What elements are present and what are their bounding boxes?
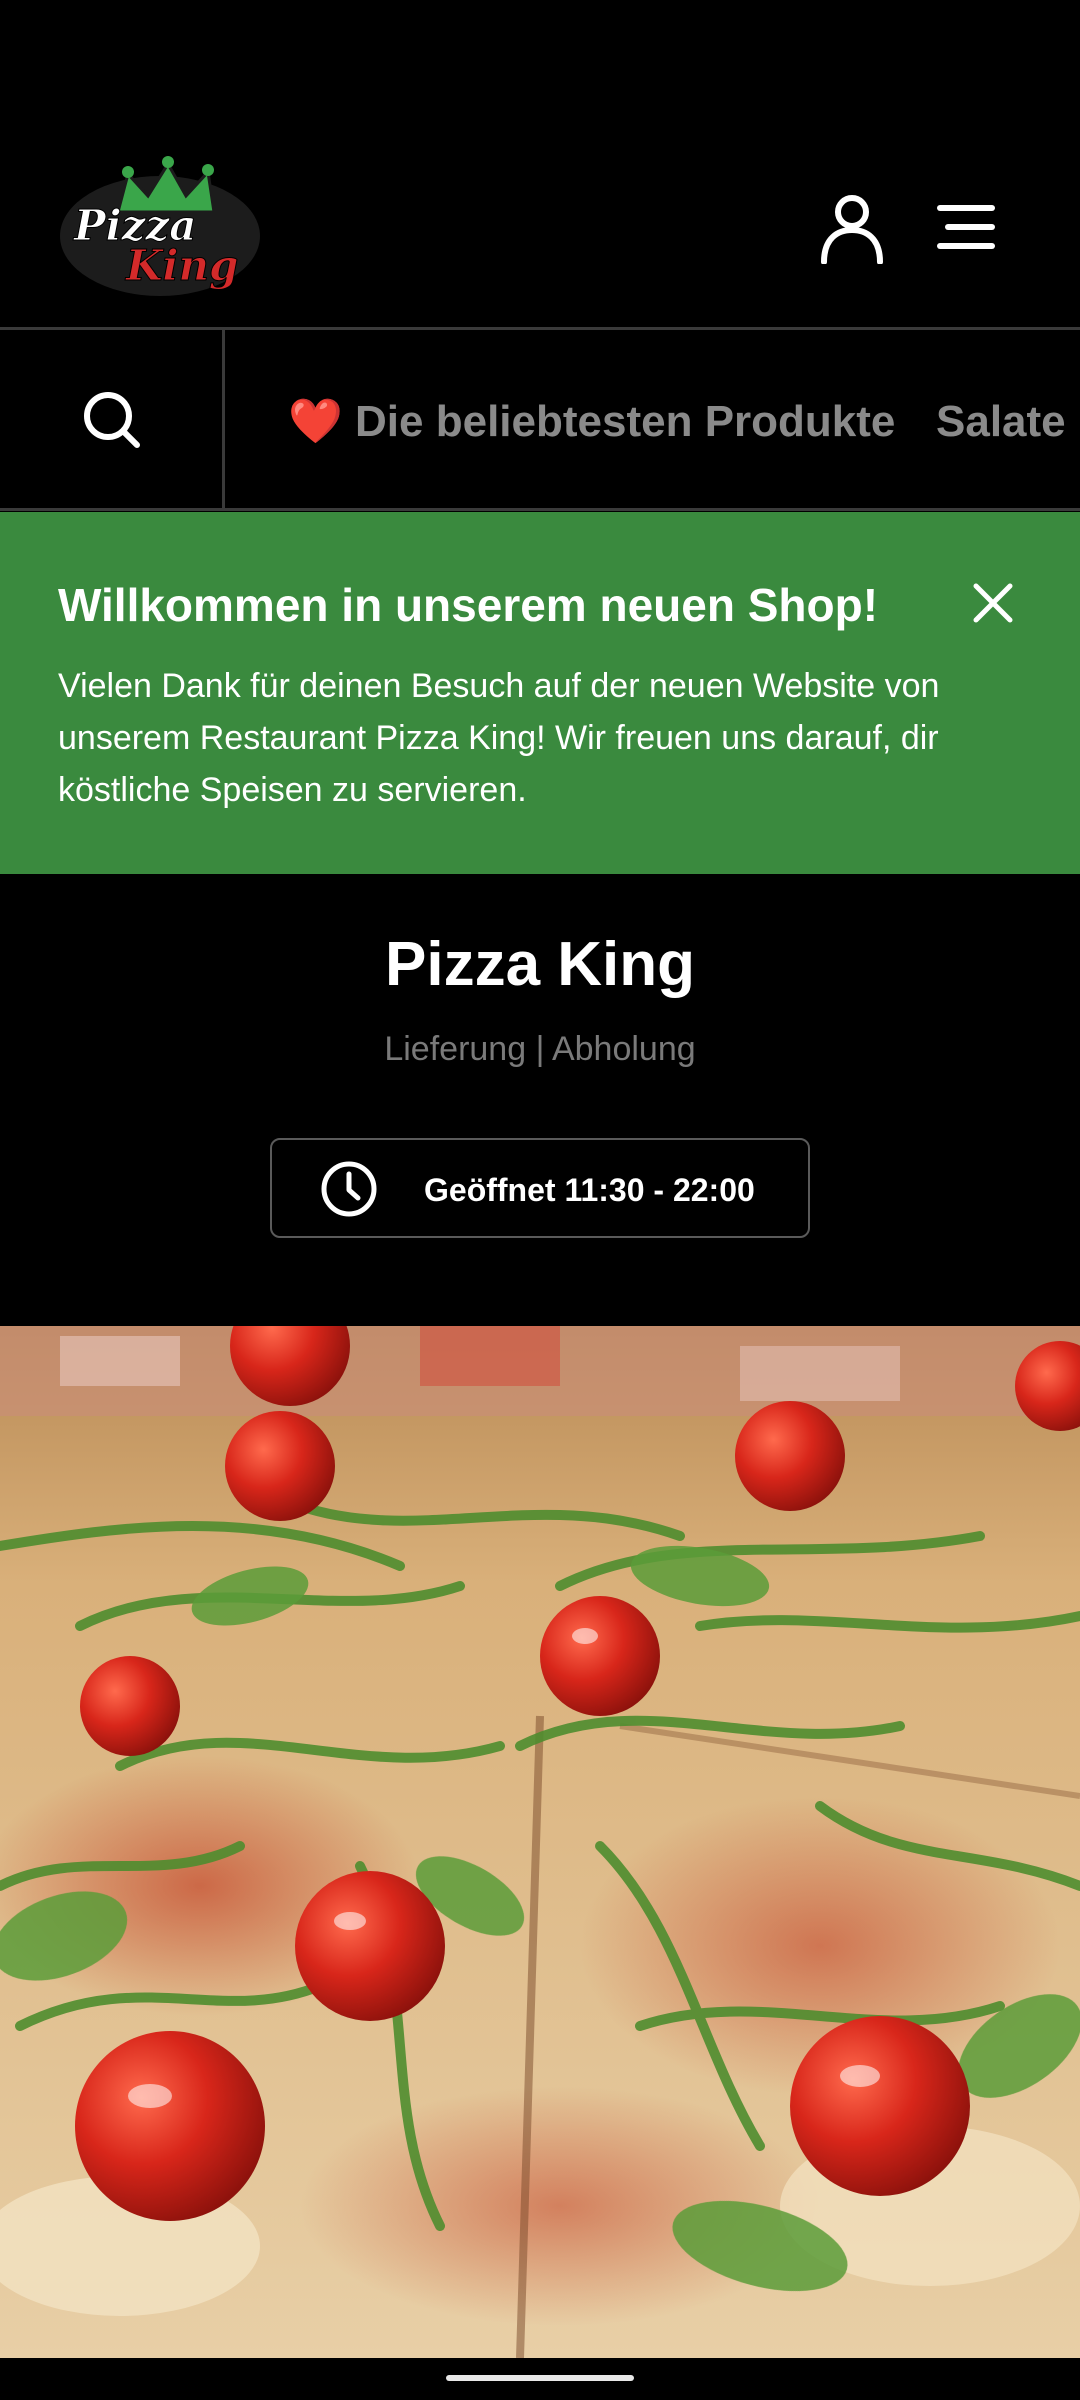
category-label: Salate: [936, 397, 1066, 446]
restaurant-name: Pizza King: [384, 930, 696, 999]
pizza-king-logo[interactable]: Pizza King: [56, 150, 260, 300]
account-button[interactable]: [816, 192, 888, 265]
order-modes: Lieferung | Abholung: [384, 1030, 696, 1068]
banner-close-button[interactable]: [968, 578, 1018, 628]
banner-text: Vielen Dank für deinen Besuch auf der ne…: [58, 667, 940, 809]
svg-text:King: King: [125, 241, 238, 290]
nav-divider: [222, 330, 225, 510]
nav-bottom-border: [0, 508, 1080, 511]
opening-hours-label: Geöffnet 11:30 - 22:00: [424, 1172, 755, 1208]
menu-button[interactable]: [930, 194, 1002, 260]
search-button[interactable]: [0, 330, 222, 510]
clock-icon: [320, 1160, 378, 1218]
category-label: Die beliebtesten Produkte: [355, 397, 896, 446]
hamburger-menu-icon: [937, 205, 995, 249]
category-tab-salads[interactable]: Salate: [936, 394, 1066, 450]
search-icon: [84, 392, 140, 448]
heart-emoji: ❤️: [288, 397, 343, 446]
category-tab-popular[interactable]: ❤️ Die beliebtesten Produkte: [288, 394, 895, 450]
hero-pizza-image: [0, 1326, 1080, 2358]
gesture-navigation-bar[interactable]: [446, 2375, 634, 2381]
close-icon: [973, 583, 1013, 623]
user-icon: [821, 195, 883, 265]
banner-title: Willkommen in unserem neuen Shop!: [58, 579, 879, 631]
